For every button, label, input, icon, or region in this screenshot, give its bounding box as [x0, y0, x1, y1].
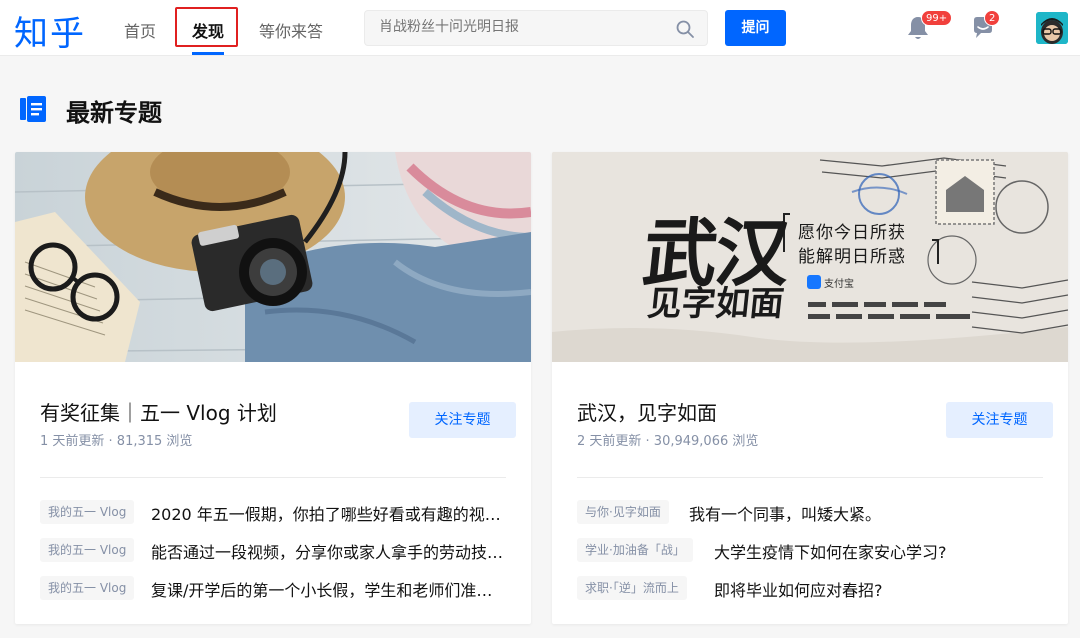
topic-meta: 1 天前更新 · 81,315 浏览 [40, 434, 193, 449]
question-row[interactable]: 我的五一 Vlog 2020 年五一假期，你拍了哪些好看或有趣的视… [40, 500, 510, 528]
tab-home[interactable]: 首页 [124, 18, 156, 42]
question-tag[interactable]: 与你·见字如面 [577, 500, 669, 524]
topic-cover-image[interactable]: 武汉 见字如面 愿你今日所获 能解明日所惑 支付宝 [552, 152, 1068, 362]
topic-meta: 2 天前更新 · 30,949,066 浏览 [577, 434, 759, 449]
topic-card-vlog: 有奖征集｜五一 Vlog 计划 1 天前更新 · 81,315 浏览 关注专题 … [15, 152, 531, 624]
topic-card-wuhan: 武汉 见字如面 愿你今日所获 能解明日所惑 支付宝 武汉，见字如面 2 天前更新… [552, 152, 1068, 624]
question-text[interactable]: 复课/开学后的第一个小长假，学生和老师们准… [151, 577, 492, 601]
alipay-label: 支付宝 [824, 279, 854, 290]
section-title: 最新专题 [66, 99, 162, 127]
active-tab-indicator [192, 52, 224, 55]
question-text[interactable]: 大学生疫情下如何在家安心学习? [714, 539, 947, 563]
question-text[interactable]: 我有一个同事，叫矮大紧。 [689, 501, 881, 525]
question-text[interactable]: 能否通过一段视频，分享你或家人拿手的劳动技… [151, 539, 503, 563]
message-badge: 2 [984, 10, 1001, 26]
question-row[interactable]: 求职·「逆」流而上 即将毕业如何应对春招? [577, 576, 1047, 604]
cover-subtitle: 见字如面 [645, 284, 786, 324]
question-tag[interactable]: 我的五一 Vlog [40, 500, 135, 524]
cover-quote-line1: 愿你今日所获 [798, 223, 906, 243]
question-tag[interactable]: 我的五一 Vlog [40, 538, 135, 562]
question-text[interactable]: 2020 年五一假期，你拍了哪些好看或有趣的视… [151, 501, 501, 525]
search-box [364, 10, 708, 46]
search-icon[interactable] [675, 19, 695, 39]
topic-list-icon [20, 96, 46, 122]
top-navbar: 知乎 首页 发现 等你来答 提问 99+ 2 [0, 0, 1080, 56]
question-tag[interactable]: 我的五一 Vlog [40, 576, 135, 600]
tab-waiting-answers[interactable]: 等你来答 [259, 18, 323, 42]
cover-quote-line2: 能解明日所惑 [798, 247, 906, 267]
question-row[interactable]: 我的五一 Vlog 能否通过一段视频，分享你或家人拿手的劳动技… [40, 538, 510, 566]
avatar[interactable] [1036, 12, 1068, 44]
question-text[interactable]: 即将毕业如何应对春招? [714, 577, 883, 601]
question-row[interactable]: 学业·加油备「战」 大学生疫情下如何在家安心学习? [577, 538, 1047, 566]
divider [577, 477, 1043, 478]
notification-badge: 99+ [921, 10, 953, 26]
follow-topic-button[interactable]: 关注专题 [409, 402, 516, 438]
follow-topic-button[interactable]: 关注专题 [946, 402, 1053, 438]
question-row[interactable]: 我的五一 Vlog 复课/开学后的第一个小长假，学生和老师们准… [40, 576, 510, 604]
question-tag[interactable]: 学业·加油备「战」 [577, 538, 693, 562]
question-row[interactable]: 与你·见字如面 我有一个同事，叫矮大紧。 [577, 500, 1047, 528]
divider [40, 477, 506, 478]
search-input[interactable] [379, 19, 659, 35]
tab-discover[interactable]: 发现 [192, 18, 224, 42]
question-tag[interactable]: 求职·「逆」流而上 [577, 576, 687, 600]
topic-title[interactable]: 有奖征集｜五一 Vlog 计划 [40, 397, 277, 426]
zhihu-logo[interactable]: 知乎 [14, 6, 86, 55]
topic-cover-image[interactable] [15, 152, 531, 362]
ask-button[interactable]: 提问 [725, 10, 786, 46]
topic-title[interactable]: 武汉，见字如面 [577, 397, 717, 426]
